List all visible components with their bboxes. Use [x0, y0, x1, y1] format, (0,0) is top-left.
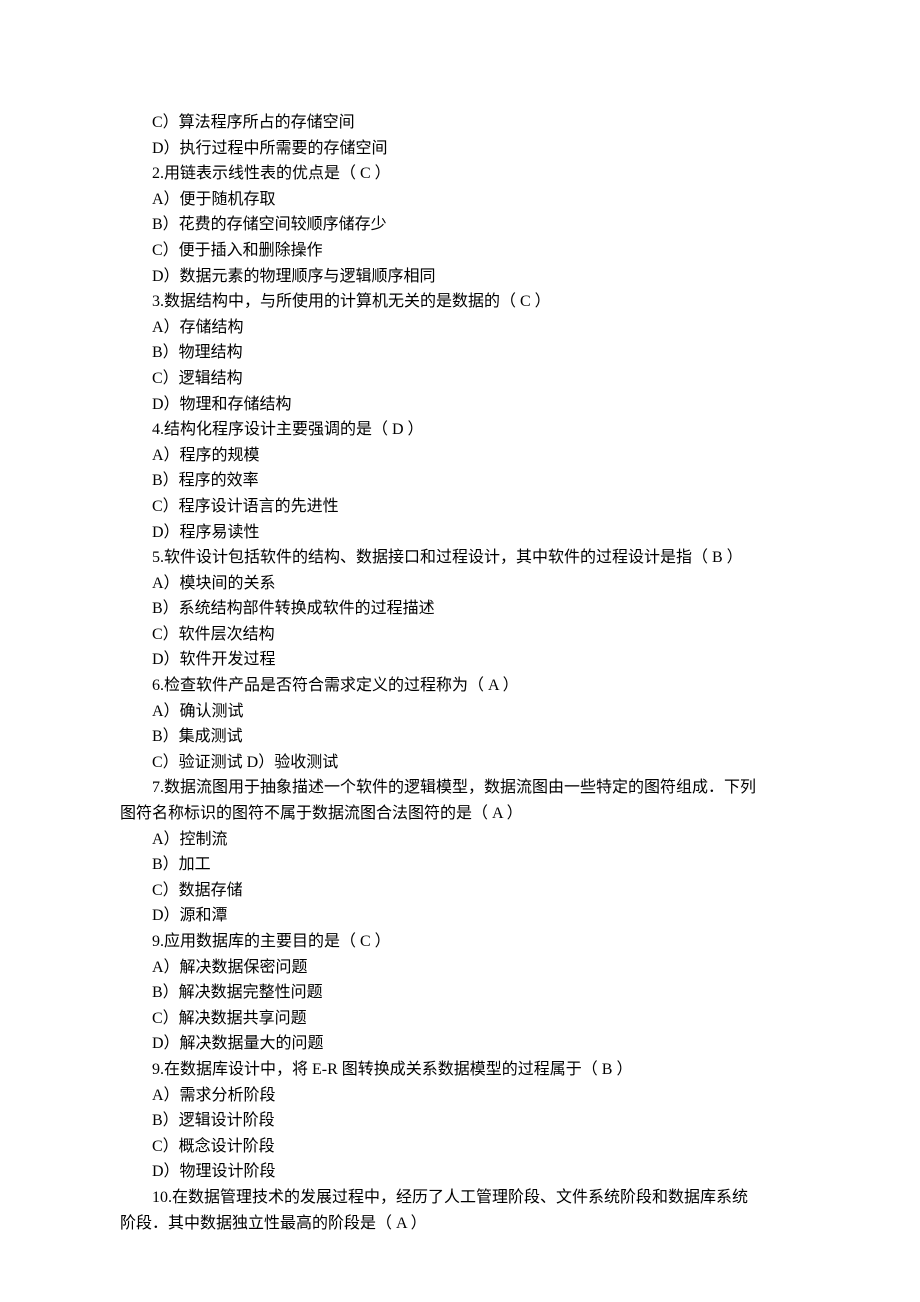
text-line: C）算法程序所占的存储空间 [120, 110, 800, 136]
text-line: C）便于插入和删除操作 [120, 238, 800, 264]
text-line: D）数据元素的物理顺序与逻辑顺序相同 [120, 264, 800, 290]
text-line: A）模块间的关系 [120, 571, 800, 597]
text-line: C）解决数据共享问题 [120, 1006, 800, 1032]
text-line: 10.在数据管理技术的发展过程中，经历了人工管理阶段、文件系统阶段和数据库系统 [120, 1185, 800, 1211]
text-line: C）验证测试 D）验收测试 [120, 750, 800, 776]
text-line: B）程序的效率 [120, 468, 800, 494]
text-line: D）执行过程中所需要的存储空间 [120, 136, 800, 162]
text-line: A）解决数据保密问题 [120, 955, 800, 981]
text-line: 2.用链表示线性表的优点是（ C ） [120, 161, 800, 187]
text-line: D）物理和存储结构 [120, 392, 800, 418]
text-line: D）物理设计阶段 [120, 1159, 800, 1185]
text-line: C）概念设计阶段 [120, 1134, 800, 1160]
text-line: B）加工 [120, 852, 800, 878]
text-line: 6.检查软件产品是否符合需求定义的过程称为（ A ） [120, 673, 800, 699]
document-page: C）算法程序所占的存储空间 D）执行过程中所需要的存储空间 2.用链表示线性表的… [0, 0, 920, 1296]
text-line: 5.软件设计包括软件的结构、数据接口和过程设计，其中软件的过程设计是指（ B ） [120, 545, 800, 571]
text-line: D）程序易读性 [120, 520, 800, 546]
text-line: A）需求分析阶段 [120, 1083, 800, 1109]
text-line: 9.应用数据库的主要目的是（ C ） [120, 929, 800, 955]
text-line: A）程序的规模 [120, 443, 800, 469]
text-line: B）集成测试 [120, 724, 800, 750]
text-line: D）软件开发过程 [120, 647, 800, 673]
text-line: 3.数据结构中，与所使用的计算机无关的是数据的（ C ） [120, 289, 800, 315]
text-line: A）便于随机存取 [120, 187, 800, 213]
text-line: C）逻辑结构 [120, 366, 800, 392]
text-line: A）存储结构 [120, 315, 800, 341]
text-line: B）系统结构部件转换成软件的过程描述 [120, 596, 800, 622]
text-line: C）软件层次结构 [120, 622, 800, 648]
text-line: B）逻辑设计阶段 [120, 1108, 800, 1134]
text-line: 图符名称标识的图符不属于数据流图合法图符的是（ A ） [120, 801, 800, 827]
text-line: B）花费的存储空间较顺序储存少 [120, 212, 800, 238]
text-line: B）物理结构 [120, 340, 800, 366]
text-line: D）解决数据量大的问题 [120, 1031, 800, 1057]
text-line: C）程序设计语言的先进性 [120, 494, 800, 520]
text-line: B）解决数据完整性问题 [120, 980, 800, 1006]
text-line: 9.在数据库设计中，将 E-R 图转换成关系数据模型的过程属于（ B ） [120, 1057, 800, 1083]
text-line: A）控制流 [120, 827, 800, 853]
text-line: 7.数据流图用于抽象描述一个软件的逻辑模型，数据流图由一些特定的图符组成．下列 [120, 775, 800, 801]
text-line: D）源和潭 [120, 903, 800, 929]
text-line: 阶段．其中数据独立性最高的阶段是（ A ） [120, 1211, 800, 1237]
text-line: C）数据存储 [120, 878, 800, 904]
text-line: A）确认测试 [120, 699, 800, 725]
text-line: 4.结构化程序设计主要强调的是（ D ） [120, 417, 800, 443]
